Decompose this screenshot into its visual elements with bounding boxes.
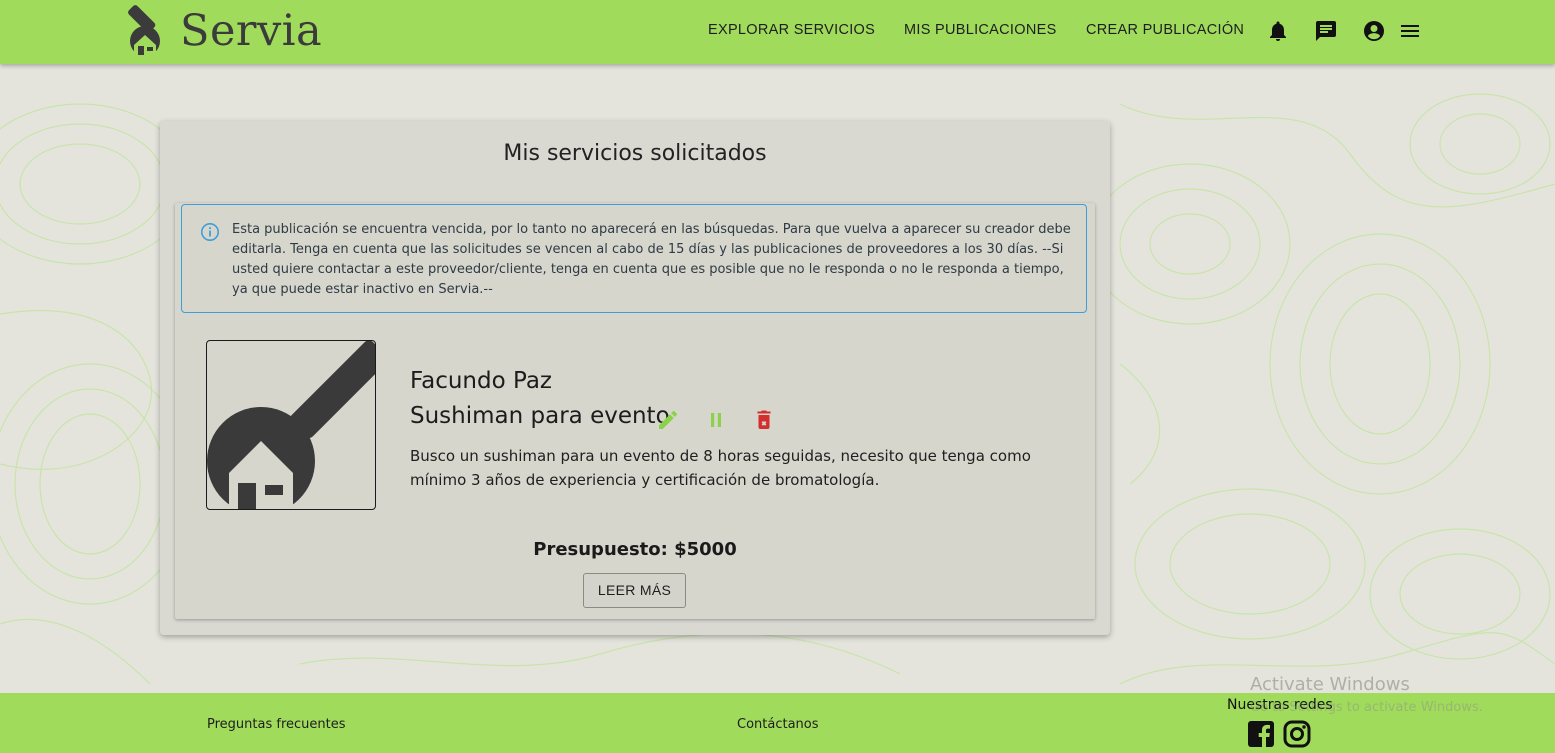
top-navbar: Servia EXPLORAR SERVICIOS MIS PUBLICACIO… [0,0,1555,64]
delete-icon[interactable] [752,408,776,432]
page-title: Mis servicios solicitados [503,141,767,166]
account-icon[interactable] [1362,19,1386,43]
nav-mis-publicaciones[interactable]: MIS PUBLICACIONES [904,22,1057,38]
pause-icon[interactable] [704,408,728,432]
info-icon [201,223,219,241]
alert-message: Esta publicación se encuentra vencida, p… [232,222,1071,297]
instagram-icon[interactable] [1282,719,1312,749]
post-description: Busco un sushiman para un evento de 8 ho… [410,447,1031,489]
facebook-icon[interactable] [1246,719,1276,749]
post-author: Facundo Paz [410,368,552,394]
contact-link[interactable]: Contáctanos [737,717,819,732]
read-more-button[interactable]: LEER MÁS [583,573,686,608]
nav-crear-publicacion[interactable]: CREAR PUBLICACIÓN [1086,22,1244,38]
post-card: Esta publicación se encuentra vencida, p… [175,203,1095,619]
wrench-house-image-icon [207,341,375,509]
expired-alert: Esta publicación se encuentra vencida, p… [181,204,1087,313]
edit-icon[interactable] [656,408,680,432]
requested-services-card: Mis servicios solicitados Esta publicaci… [160,121,1110,635]
faq-link[interactable]: Preguntas frecuentes [207,717,346,732]
logo-text: Servia [180,6,323,56]
post-budget: Presupuesto: $5000 [533,539,737,560]
post-thumbnail[interactable] [206,340,376,510]
chat-icon[interactable] [1314,19,1338,43]
servia-logo[interactable]: Servia [127,5,322,57]
windows-activation-title: Activate Windows [1250,674,1410,695]
post-title: Sushiman para evento [410,403,670,429]
menu-icon[interactable] [1398,19,1422,43]
windows-activation-subtitle: Go to Settings to activate Windows. [1250,700,1483,715]
bell-icon[interactable] [1266,19,1290,43]
nav-explorar-servicios[interactable]: EXPLORAR SERVICIOS [708,22,875,38]
wrench-house-logo-icon [128,5,160,56]
